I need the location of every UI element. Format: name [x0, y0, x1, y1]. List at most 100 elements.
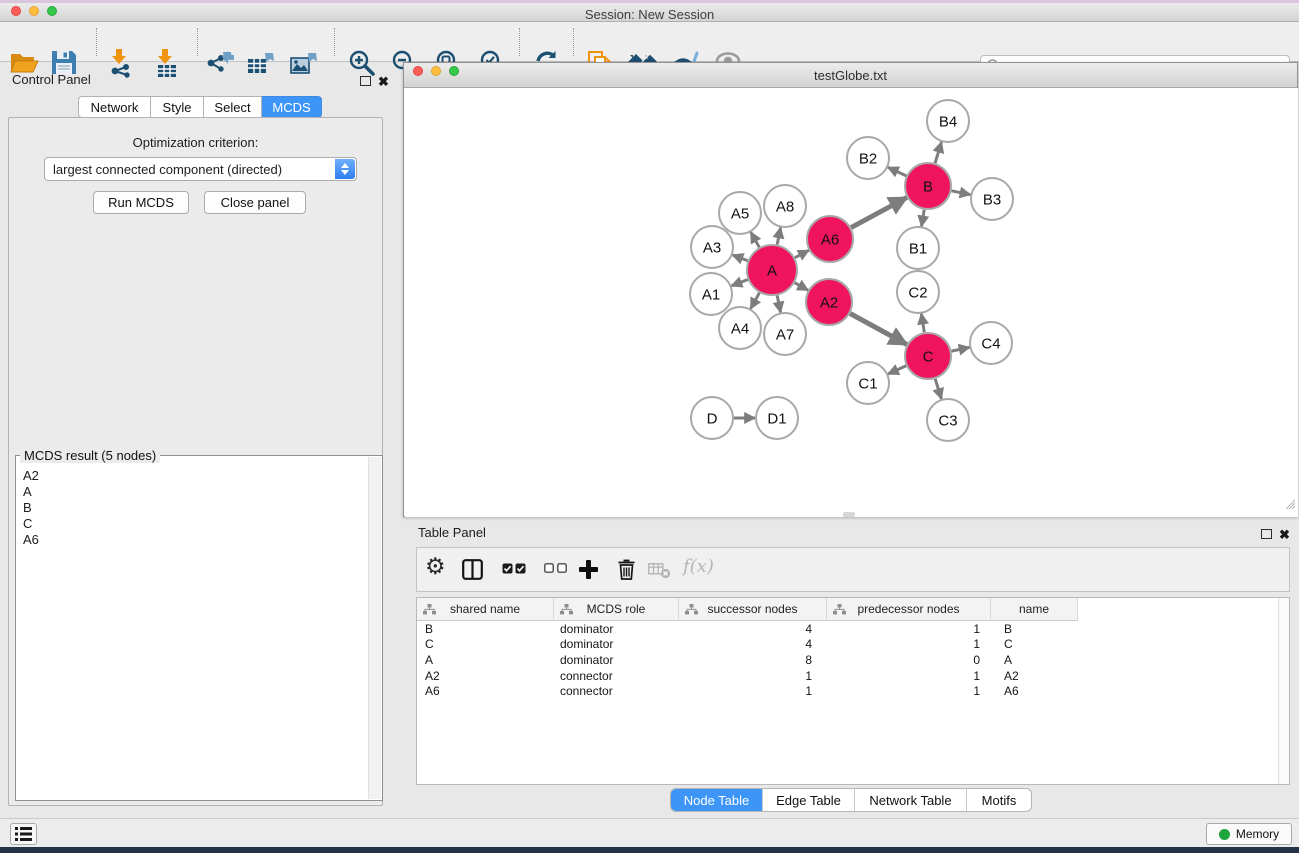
graph-edge-A-A7[interactable] [777, 296, 780, 313]
delete-table-icon[interactable] [648, 563, 671, 579]
task-list-button[interactable] [10, 823, 37, 845]
list-item[interactable]: A6 [23, 532, 368, 548]
graph-edge-A-A3[interactable] [733, 255, 748, 261]
node-table: shared name MCDS role successor nodes pr… [416, 597, 1290, 785]
graph-edge-C-C4[interactable] [952, 347, 970, 351]
graph-edge-A-A2[interactable] [795, 283, 808, 291]
toolbar-separator [519, 28, 520, 56]
graph-edge-C-C3[interactable] [935, 379, 941, 399]
graph-edge-A-A6[interactable] [795, 250, 809, 257]
graph-edge-A2-C[interactable] [850, 314, 907, 345]
toolbar-separator [197, 28, 198, 56]
tab-edge-table[interactable]: Edge Table [762, 789, 854, 811]
resize-grip-icon[interactable] [1283, 496, 1295, 514]
tab-style[interactable]: Style [151, 96, 204, 118]
column-header-name[interactable]: name [991, 598, 1078, 621]
toolbar-separator [573, 28, 574, 56]
dropdown-stepper-icon [335, 159, 355, 179]
network-window-titlebar[interactable]: testGlobe.txt [404, 63, 1297, 88]
function-builder-icon[interactable]: f(x) [683, 556, 714, 577]
select-all-icon[interactable] [502, 563, 526, 574]
graph-edge-B-B4[interactable] [935, 142, 941, 163]
float-table-panel-button[interactable] [1261, 526, 1272, 544]
table-header: shared name MCDS role successor nodes pr… [417, 598, 1078, 621]
desktop-strip [0, 847, 1299, 853]
memory-label: Memory [1236, 827, 1279, 841]
table-row[interactable]: B dominator 4 1 B [417, 621, 1278, 637]
graph-node-label-C2: C2 [908, 285, 927, 302]
tree-icon [423, 604, 436, 615]
mcds-result-list[interactable]: A2 A B C A6 [16, 464, 368, 800]
tab-network-table[interactable]: Network Table [854, 789, 966, 811]
table-row[interactable]: C dominator 4 1 C [417, 637, 1278, 653]
tree-icon [685, 604, 698, 615]
toolbar-separator [96, 28, 97, 56]
float-panel-button[interactable] [360, 73, 371, 91]
close-panel-button[interactable]: ✖ [378, 73, 389, 91]
optimization-dropdown[interactable]: largest connected component (directed) [44, 157, 357, 181]
graph-node-label-D: D [707, 411, 718, 428]
graph-edge-A-A8[interactable] [777, 228, 780, 245]
tab-node-table[interactable]: Node Table [671, 789, 762, 811]
column-header-shared-name[interactable]: shared name [417, 598, 554, 621]
tab-network[interactable]: Network [78, 96, 151, 118]
mcds-result-box: MCDS result (5 nodes) A2 A B C A6 [15, 455, 383, 801]
table-scrollbar[interactable] [1278, 598, 1289, 784]
close-panel-button-mcds[interactable]: Close panel [204, 191, 306, 214]
graph-node-label-A8: A8 [776, 199, 794, 216]
graph-node-label-B1: B1 [909, 241, 927, 258]
graph-node-label-A5: A5 [731, 206, 749, 223]
network-view-window: testGlobe.txt B4B2BB3A5A8A6A3AB1A1A2C2A4… [403, 62, 1298, 517]
list-icon [15, 827, 32, 841]
graph-node-label-A3: A3 [703, 240, 721, 257]
run-mcds-button[interactable]: Run MCDS [93, 191, 189, 214]
graph-edge-B-B2[interactable] [888, 167, 906, 176]
graph-node-label-A4: A4 [731, 321, 749, 338]
graph-edge-C-C1[interactable] [888, 366, 906, 374]
table-row[interactable]: A dominator 8 0 A [417, 652, 1278, 668]
graph-edge-B-B3[interactable] [952, 191, 971, 195]
column-header-successor-nodes[interactable]: successor nodes [679, 598, 827, 621]
tree-icon [833, 604, 846, 615]
graph-edge-C-C2[interactable] [921, 314, 924, 333]
graph-node-label-C1: C1 [858, 376, 877, 393]
tab-mcds[interactable]: MCDS [262, 96, 322, 118]
graph-node-label-C: C [923, 349, 934, 366]
control-panel: Control Panel ✖ Network Style Select MCD… [0, 62, 390, 818]
table-row[interactable]: A6 connector 1 1 A6 [417, 683, 1278, 699]
memory-status-icon [1219, 829, 1230, 840]
memory-button[interactable]: Memory [1206, 823, 1292, 845]
table-row[interactable]: A2 connector 1 1 A2 [417, 668, 1278, 684]
column-header-mcds-role[interactable]: MCDS role [554, 598, 679, 621]
graph-edge-B-B1[interactable] [922, 210, 925, 227]
table-panel-title: Table Panel [418, 525, 486, 540]
column-layout-icon[interactable] [462, 559, 483, 580]
network-canvas[interactable]: B4B2BB3A5A8A6A3AB1A1A2C2A4A7C4CC1C3DD1 [405, 88, 1298, 517]
table-tabs: Node Table Edge Table Network Table Moti… [670, 788, 1032, 812]
app-titlebar: Session: New Session [0, 3, 1299, 22]
close-table-panel-button[interactable]: ✖ [1279, 526, 1290, 544]
network-graph[interactable]: B4B2BB3A5A8A6A3AB1A1A2C2A4A7C4CC1C3DD1 [405, 88, 1298, 517]
graph-node-label-B: B [923, 179, 933, 196]
result-scrollbar[interactable] [368, 457, 381, 799]
graph-edge-A6-B[interactable] [851, 197, 907, 227]
graph-node-label-C4: C4 [981, 336, 1000, 353]
list-item[interactable]: B [23, 500, 368, 516]
deselect-all-icon[interactable] [544, 563, 567, 573]
delete-column-icon[interactable] [618, 558, 635, 580]
column-header-predecessor-nodes[interactable]: predecessor nodes [827, 598, 991, 621]
tab-select[interactable]: Select [204, 96, 262, 118]
graph-node-label-C3: C3 [938, 413, 957, 430]
graph-edge-A-A1[interactable] [732, 280, 748, 286]
add-column-icon[interactable] [579, 560, 598, 579]
app-title: Session: New Session [0, 7, 1299, 22]
list-item[interactable]: C [23, 516, 368, 532]
graph-edge-A-A4[interactable] [751, 293, 760, 309]
graph-node-label-D1: D1 [767, 411, 786, 428]
list-item[interactable]: A [23, 484, 368, 500]
gear-icon[interactable]: ⚙ [425, 553, 446, 580]
graph-node-label-A7: A7 [776, 327, 794, 344]
tab-motifs[interactable]: Motifs [966, 789, 1031, 811]
list-item[interactable]: A2 [23, 468, 368, 484]
graph-edge-A-A5[interactable] [751, 232, 760, 247]
